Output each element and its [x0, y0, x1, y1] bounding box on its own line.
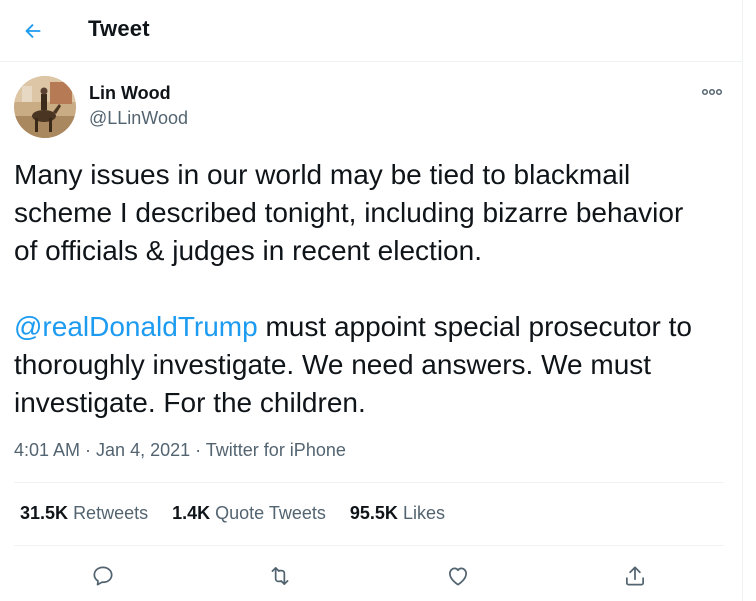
author-handle[interactable]: @LLinWood	[89, 108, 188, 129]
tweet-text: Many issues in our world may be tied to …	[14, 156, 734, 422]
tweet-line: investigate. For the children.	[14, 387, 366, 418]
tweet-line: scheme I described tonight, including bi…	[14, 197, 684, 228]
tweet-line: thoroughly investigate. We need answers.…	[14, 349, 652, 380]
quote-tweets-stat[interactable]: 1.4K Quote Tweets	[172, 503, 326, 524]
reply-icon	[93, 566, 113, 586]
meta-separator: ·	[80, 440, 97, 460]
author-name[interactable]: Lin Wood	[89, 83, 171, 104]
tweet-line: @realDonaldTrump must appoint special pr…	[14, 308, 734, 346]
likes-stat[interactable]: 95.5K Likes	[350, 503, 445, 524]
tweet-metadata: 4:01 AM · Jan 4, 2021 · Twitter for iPho…	[14, 440, 346, 461]
retweets-stat[interactable]: 31.5K Retweets	[20, 503, 148, 524]
tweet-line: Many issues in our world may be tied to …	[14, 159, 631, 190]
mention-link[interactable]: @realDonaldTrump	[14, 311, 258, 342]
more-options-button[interactable]	[697, 80, 727, 104]
reply-button[interactable]	[85, 558, 121, 594]
tweet-page: Tweet Lin Wood @LLinWood Many issues in …	[0, 0, 743, 601]
quote-tweets-count: 1.4K	[172, 503, 211, 523]
tweet-date[interactable]: Jan 4, 2021	[96, 440, 190, 460]
back-button[interactable]	[14, 12, 52, 50]
divider	[14, 545, 724, 546]
tweet-line-text: must appoint special prosecutor to	[257, 311, 692, 342]
like-button[interactable]	[440, 558, 476, 594]
retweet-button[interactable]	[262, 558, 298, 594]
retweet-icon	[271, 567, 289, 585]
arrow-left-icon	[25, 23, 41, 39]
page-header: Tweet	[0, 0, 743, 62]
meta-separator: ·	[190, 440, 206, 460]
heart-icon	[449, 567, 467, 586]
more-dots-icon	[701, 88, 723, 96]
tweet-time[interactable]: 4:01 AM	[14, 440, 80, 460]
engagement-stats: 31.5K Retweets 1.4K Quote Tweets 95.5K L…	[20, 503, 469, 524]
likes-label: Likes	[402, 503, 445, 523]
avatar-photo	[14, 76, 76, 138]
share-button[interactable]	[617, 558, 653, 594]
tweet-line: of officials & judges in recent election…	[14, 235, 482, 266]
divider	[14, 482, 724, 483]
retweets-count: 31.5K	[20, 503, 69, 523]
tweet-blank-line	[14, 270, 734, 308]
avatar[interactable]	[14, 76, 76, 138]
page-title: Tweet	[88, 16, 150, 41]
share-icon	[626, 566, 644, 586]
retweets-label: Retweets	[73, 503, 149, 523]
quote-tweets-label: Quote Tweets	[215, 503, 326, 523]
likes-count: 95.5K	[349, 503, 398, 523]
tweet-source[interactable]: Twitter for iPhone	[206, 440, 346, 460]
tweet-actions	[0, 558, 743, 598]
